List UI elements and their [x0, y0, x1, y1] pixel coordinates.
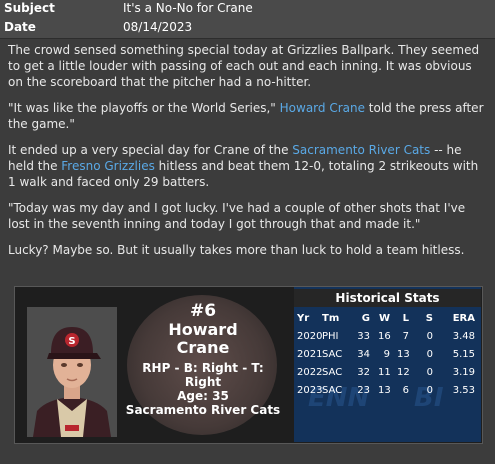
date-value: 08/14/2023 [123, 20, 193, 34]
stat-cell: 16 [378, 331, 391, 342]
stat-cell: 0 [426, 385, 433, 396]
stat-cell: 32 [357, 367, 370, 378]
stats-row: 2023 SAC 23 13 6 0 3.53 [294, 383, 481, 399]
stat-cell: 7 [402, 331, 409, 342]
article-paragraph: "Today was my day and I got lucky. I've … [8, 201, 466, 231]
stats-title: Historical Stats [294, 289, 481, 307]
stat-cell: 2020 [297, 331, 323, 342]
stat-cell: 34 [357, 349, 370, 360]
player-team[interactable]: Sacramento River Cats [123, 403, 283, 417]
article-text: "It was like the playoffs or the World S… [8, 101, 280, 115]
team-link[interactable]: Sacramento River Cats [292, 143, 430, 157]
stat-cell: 23 [357, 385, 370, 396]
player-card: S #6 Howard Crane RHP - B: Right - T: Ri… [14, 286, 483, 444]
stat-cell: 6 [402, 385, 409, 396]
stat-cell: 2021 [297, 349, 323, 360]
article-paragraph: "It was like the playoffs or the World S… [8, 100, 488, 132]
player-link[interactable]: Howard Crane [280, 101, 365, 115]
player-portrait[interactable]: S [27, 307, 117, 437]
stat-cell: SAC [322, 367, 343, 378]
stat-cell: 2022 [297, 367, 323, 378]
stat-cell: 0 [426, 349, 433, 360]
stat-cell: 3.53 [452, 385, 475, 396]
col-header: Tm [322, 313, 340, 324]
player-last-name[interactable]: Crane [123, 339, 283, 357]
subject-row: Subject It's a No-No for Crane [0, 0, 495, 20]
stat-cell: 11 [378, 367, 391, 378]
col-header: L [402, 313, 409, 324]
stat-cell: 0 [426, 331, 433, 342]
article-paragraph: Lucky? Maybe so. But it usually takes mo… [8, 243, 465, 257]
stat-cell: 13 [378, 385, 391, 396]
stats-row: 2020 PHI 33 16 7 0 3.48 [294, 329, 481, 345]
stat-cell: 5.15 [452, 349, 475, 360]
stats-header-row: Yr Tm G W L S ERA [294, 311, 481, 327]
stat-cell: 9 [383, 349, 390, 360]
opponent-link[interactable]: Fresno Grizzlies [61, 159, 155, 173]
player-avatar-icon: S [27, 307, 117, 437]
article-text: It ended up a very special day for Crane… [8, 143, 293, 157]
stat-cell: 33 [357, 331, 370, 342]
col-header: ERA [452, 313, 475, 324]
article-body: The crowd sensed something special today… [8, 42, 488, 268]
stat-cell: 13 [397, 349, 410, 360]
stats-row: 2021 SAC 34 9 13 0 5.15 [294, 347, 481, 363]
article-paragraph: The crowd sensed something special today… [8, 43, 480, 89]
stat-cell: SAC [322, 385, 343, 396]
col-header: Yr [297, 313, 310, 324]
player-info: #6 Howard Crane RHP - B: Right - T: Righ… [123, 301, 283, 417]
stat-cell: PHI [322, 331, 339, 342]
svg-text:S: S [68, 336, 75, 347]
subject-label: Subject [4, 1, 55, 15]
historical-stats-panel: ENN BI Historical Stats Yr Tm G W L S ER… [294, 287, 481, 442]
player-number: #6 [189, 301, 217, 321]
subject-value: It's a No-No for Crane [123, 1, 253, 15]
player-position-handedness: RHP - B: Right - T: Right [142, 361, 264, 389]
date-row: Date 08/14/2023 [0, 19, 495, 39]
article-paragraph: It ended up a very special day for Crane… [8, 142, 488, 190]
col-header: G [361, 313, 370, 324]
col-header: W [378, 313, 390, 324]
col-header: S [425, 313, 433, 324]
stat-cell: 0 [426, 367, 433, 378]
stat-cell: 2023 [297, 385, 323, 396]
stat-cell: 3.48 [452, 331, 475, 342]
stat-cell: 3.19 [452, 367, 475, 378]
player-first-name[interactable]: Howard [123, 321, 283, 339]
stat-cell: SAC [322, 349, 343, 360]
stats-row: 2022 SAC 32 11 12 0 3.19 [294, 365, 481, 381]
date-label: Date [4, 20, 36, 34]
player-age: Age: 35 [177, 389, 229, 403]
stat-cell: 12 [397, 367, 410, 378]
